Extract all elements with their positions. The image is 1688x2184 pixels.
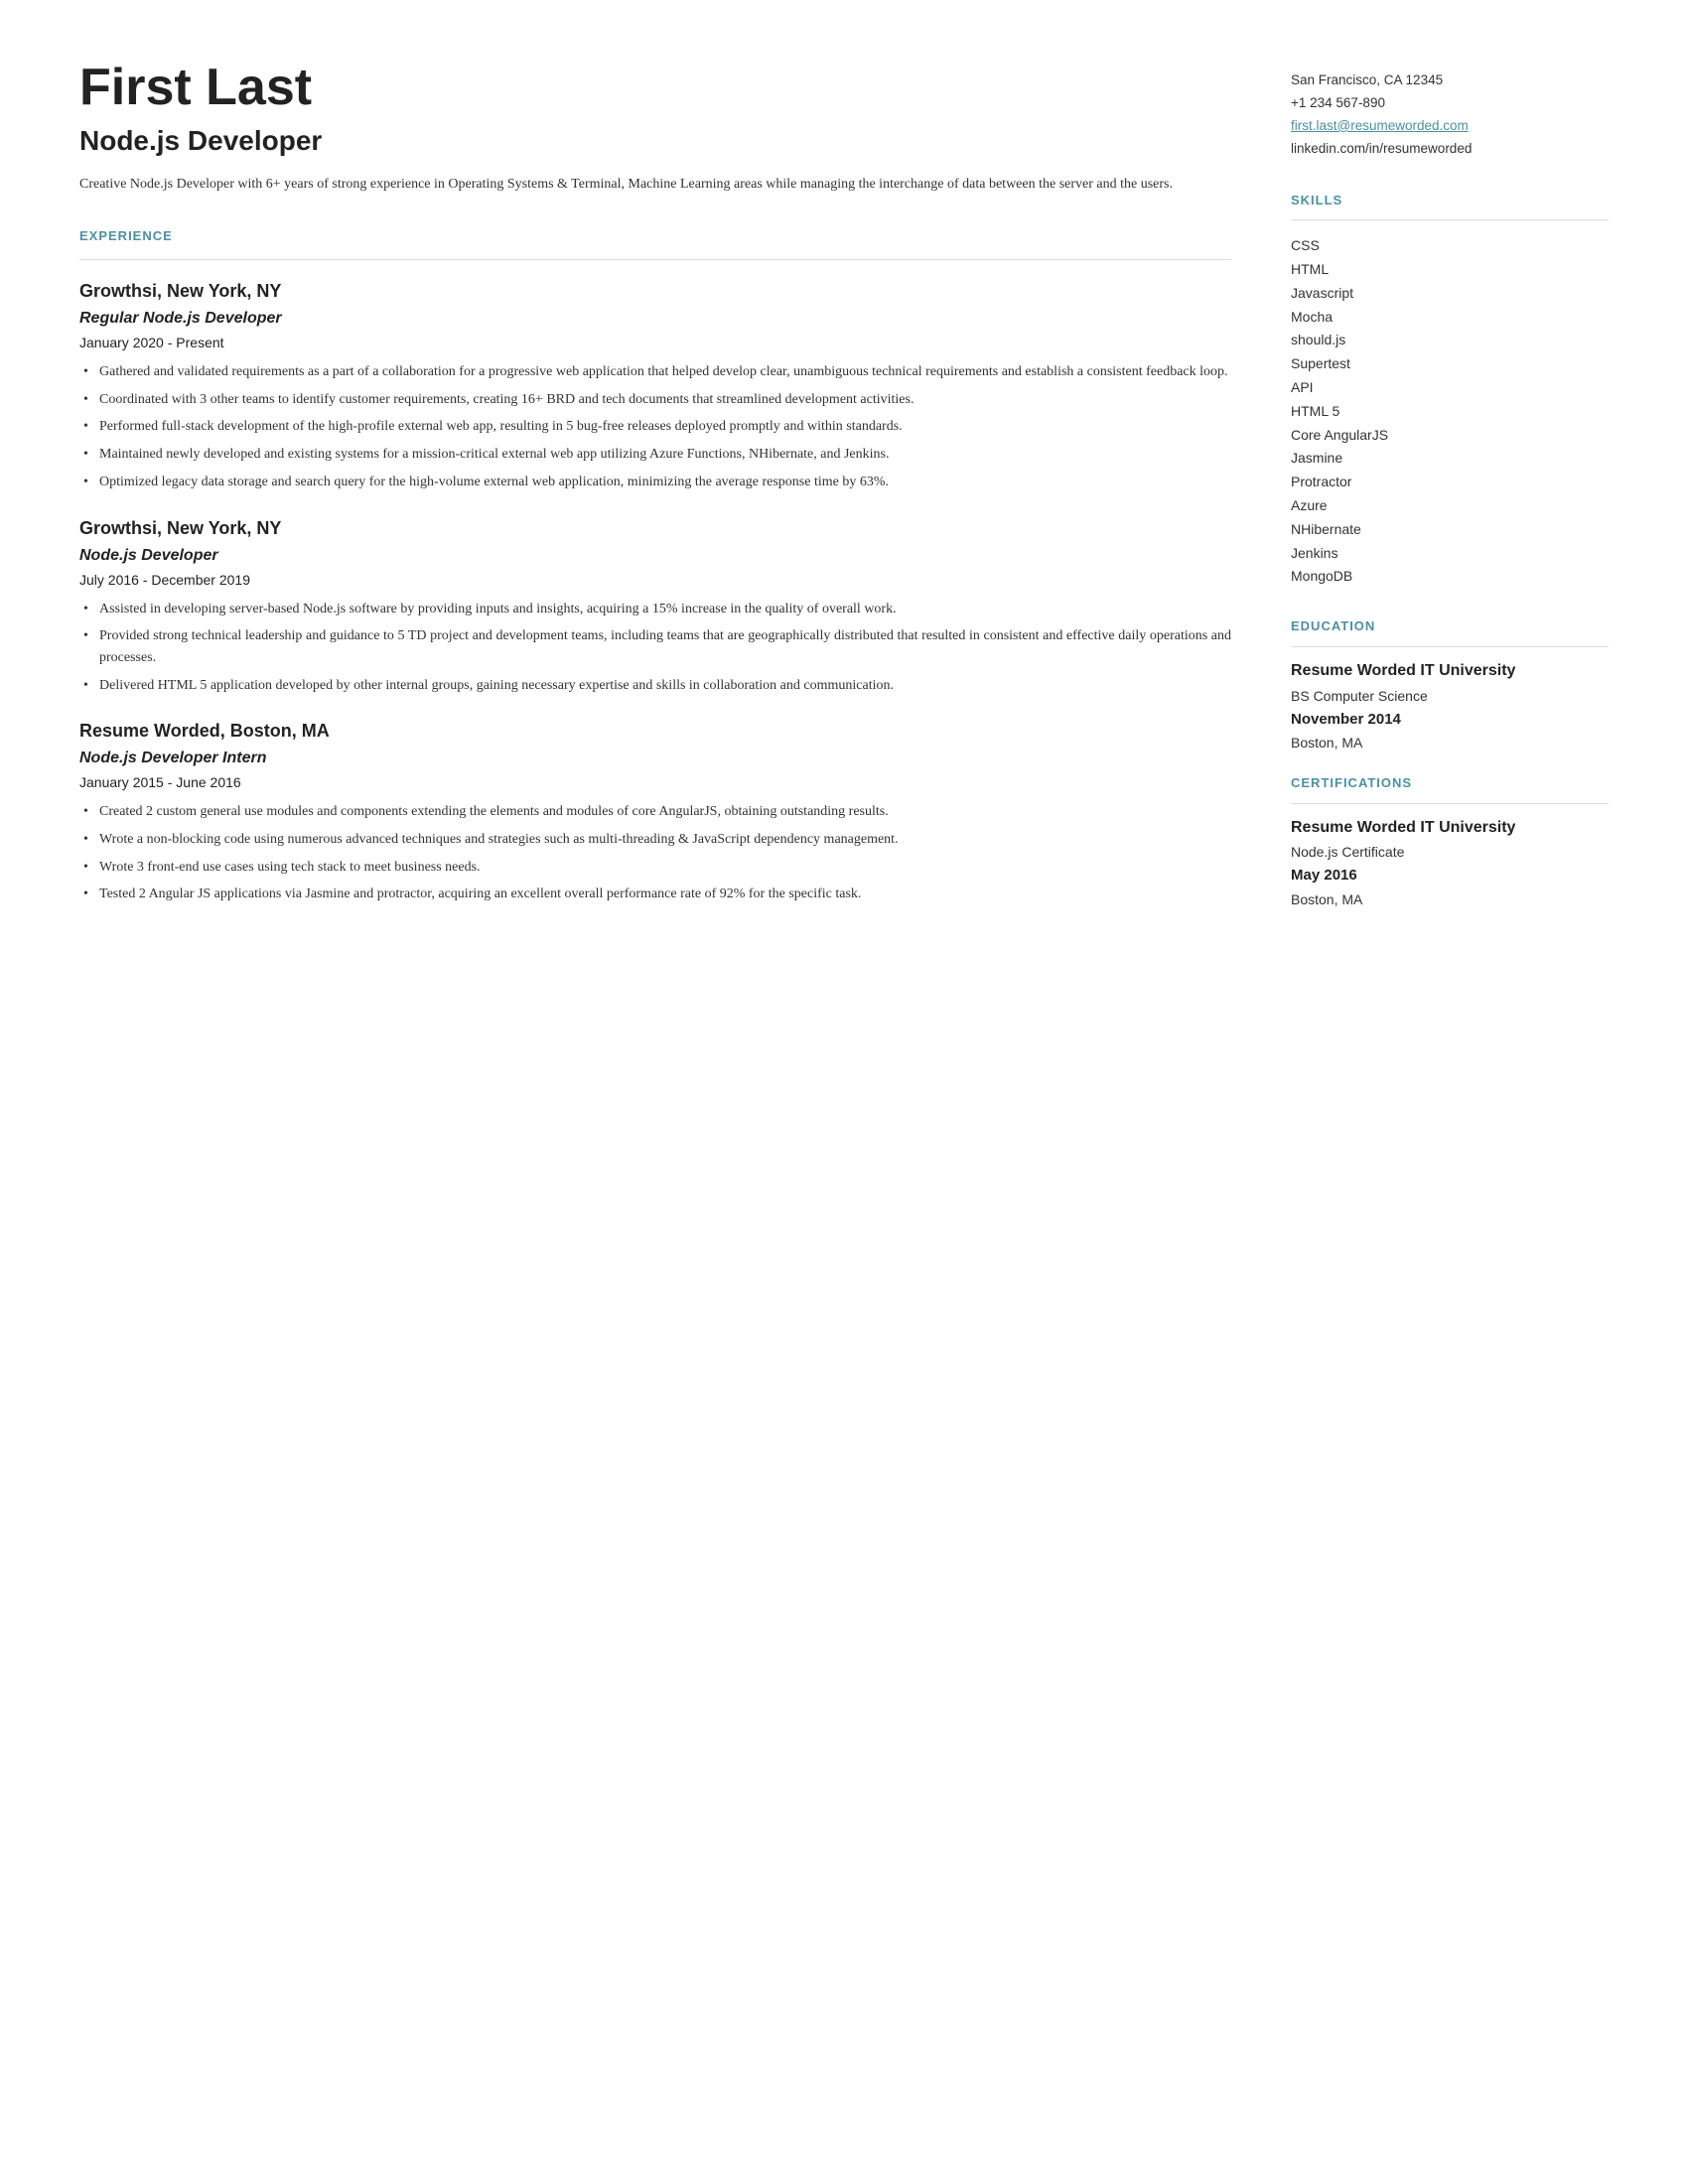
skill-item-9: Jasmine <box>1291 447 1609 471</box>
bullet-0-2: Performed full-stack development of the … <box>79 416 1231 438</box>
skill-item-5: Supertest <box>1291 352 1609 376</box>
contact-email[interactable]: first.last@resumeworded.com <box>1291 115 1609 138</box>
cert-cert-0: Node.js Certificate <box>1291 842 1609 863</box>
skill-item-11: Azure <box>1291 494 1609 518</box>
skill-item-8: Core AngularJS <box>1291 424 1609 448</box>
bullet-2-0: Created 2 custom general use modules and… <box>79 801 1231 823</box>
edu-school-0: Resume Worded IT University <box>1291 661 1609 682</box>
bullet-0-3: Maintained newly developed and existing … <box>79 444 1231 466</box>
exp-dates-2: January 2015 - June 2016 <box>79 772 1231 793</box>
skill-item-3: Mocha <box>1291 306 1609 330</box>
contact-phone: +1 234 567-890 <box>1291 92 1609 115</box>
candidate-title: Node.js Developer <box>79 120 1231 162</box>
edu-block-0: Resume Worded IT University BS Computer … <box>1291 661 1609 753</box>
education-label: EDUCATION <box>1291 616 1609 636</box>
bullet-0-4: Optimized legacy data storage and search… <box>79 472 1231 493</box>
bullet-2-2: Wrote 3 front-end use cases using tech s… <box>79 857 1231 879</box>
company-name-2: Resume Worded, <box>79 721 225 741</box>
certifications-label: CERTIFICATIONS <box>1291 773 1609 793</box>
contact-info: San Francisco, CA 12345 +1 234 567-890 f… <box>1291 69 1609 161</box>
cert-block-0: Resume Worded IT University Node.js Cert… <box>1291 818 1609 910</box>
skill-item-2: Javascript <box>1291 282 1609 306</box>
cert-location-0: Boston, MA <box>1291 889 1609 910</box>
exp-company-1: Growthsi, New York, NY <box>79 515 1231 542</box>
experience-label: EXPERIENCE <box>79 226 1231 246</box>
contact-address: San Francisco, CA 12345 <box>1291 69 1609 92</box>
exp-role-1: Node.js Developer <box>79 544 1231 568</box>
skills-section: SKILLS CSSHTMLJavascriptMochashould.jsSu… <box>1291 191 1609 589</box>
bullet-1-0: Assisted in developing server-based Node… <box>79 599 1231 620</box>
candidate-name: First Last <box>79 60 1231 116</box>
skills-list: CSSHTMLJavascriptMochashould.jsSupertest… <box>1291 234 1609 589</box>
experience-block-1: Growthsi, New York, NYNode.js DeveloperJ… <box>79 515 1231 697</box>
bullet-0-0: Gathered and validated requirements as a… <box>79 361 1231 383</box>
exp-bullets-2: Created 2 custom general use modules and… <box>79 801 1231 905</box>
education-container: Resume Worded IT University BS Computer … <box>1291 661 1609 753</box>
skill-item-1: HTML <box>1291 258 1609 282</box>
left-column: First Last Node.js Developer Creative No… <box>79 60 1231 2124</box>
certifications-section: CERTIFICATIONS Resume Worded IT Universi… <box>1291 773 1609 910</box>
skill-item-10: Protractor <box>1291 471 1609 494</box>
experience-container: Growthsi, New York, NYRegular Node.js De… <box>79 278 1231 905</box>
skill-item-4: should.js <box>1291 329 1609 352</box>
bullet-1-2: Delivered HTML 5 application developed b… <box>79 675 1231 697</box>
exp-dates-1: July 2016 - December 2019 <box>79 570 1231 591</box>
edu-degree-0: BS Computer Science <box>1291 686 1609 707</box>
experience-divider <box>79 259 1231 260</box>
experience-block-0: Growthsi, New York, NYRegular Node.js De… <box>79 278 1231 492</box>
edu-date-0: November 2014 <box>1291 709 1609 732</box>
bullet-0-1: Coordinated with 3 other teams to identi… <box>79 389 1231 411</box>
skill-item-14: MongoDB <box>1291 565 1609 589</box>
education-divider <box>1291 646 1609 647</box>
certifications-container: Resume Worded IT University Node.js Cert… <box>1291 818 1609 910</box>
skill-item-0: CSS <box>1291 234 1609 258</box>
bullet-1-1: Provided strong technical leadership and… <box>79 625 1231 668</box>
candidate-summary: Creative Node.js Developer with 6+ years… <box>79 174 1231 196</box>
company-name-0: Growthsi, <box>79 281 162 301</box>
skill-item-13: Jenkins <box>1291 542 1609 566</box>
experience-block-2: Resume Worded, Boston, MANode.js Develop… <box>79 718 1231 905</box>
exp-role-0: Regular Node.js Developer <box>79 307 1231 331</box>
skill-item-7: HTML 5 <box>1291 400 1609 424</box>
exp-bullets-0: Gathered and validated requirements as a… <box>79 361 1231 492</box>
email-link[interactable]: first.last@resumeworded.com <box>1291 118 1469 133</box>
skill-item-12: NHibernate <box>1291 518 1609 542</box>
exp-role-2: Node.js Developer Intern <box>79 747 1231 770</box>
cert-school-0: Resume Worded IT University <box>1291 818 1609 839</box>
exp-company-2: Resume Worded, Boston, MA <box>79 718 1231 745</box>
right-column: San Francisco, CA 12345 +1 234 567-890 f… <box>1291 60 1609 2124</box>
skill-item-6: API <box>1291 376 1609 400</box>
education-section: EDUCATION Resume Worded IT University BS… <box>1291 616 1609 753</box>
bullet-2-3: Tested 2 Angular JS applications via Jas… <box>79 884 1231 905</box>
exp-company-0: Growthsi, New York, NY <box>79 278 1231 305</box>
exp-dates-0: January 2020 - Present <box>79 333 1231 353</box>
certifications-divider <box>1291 803 1609 804</box>
edu-location-0: Boston, MA <box>1291 733 1609 753</box>
contact-linkedin: linkedin.com/in/resumeworded <box>1291 138 1609 161</box>
resume-page: First Last Node.js Developer Creative No… <box>0 0 1688 2184</box>
experience-section: EXPERIENCE Growthsi, New York, NYRegular… <box>79 226 1231 905</box>
exp-bullets-1: Assisted in developing server-based Node… <box>79 599 1231 697</box>
cert-date-0: May 2016 <box>1291 865 1609 887</box>
company-name-1: Growthsi, <box>79 518 162 538</box>
skills-label: SKILLS <box>1291 191 1609 210</box>
skills-divider <box>1291 219 1609 220</box>
bullet-2-1: Wrote a non-blocking code using numerous… <box>79 829 1231 851</box>
